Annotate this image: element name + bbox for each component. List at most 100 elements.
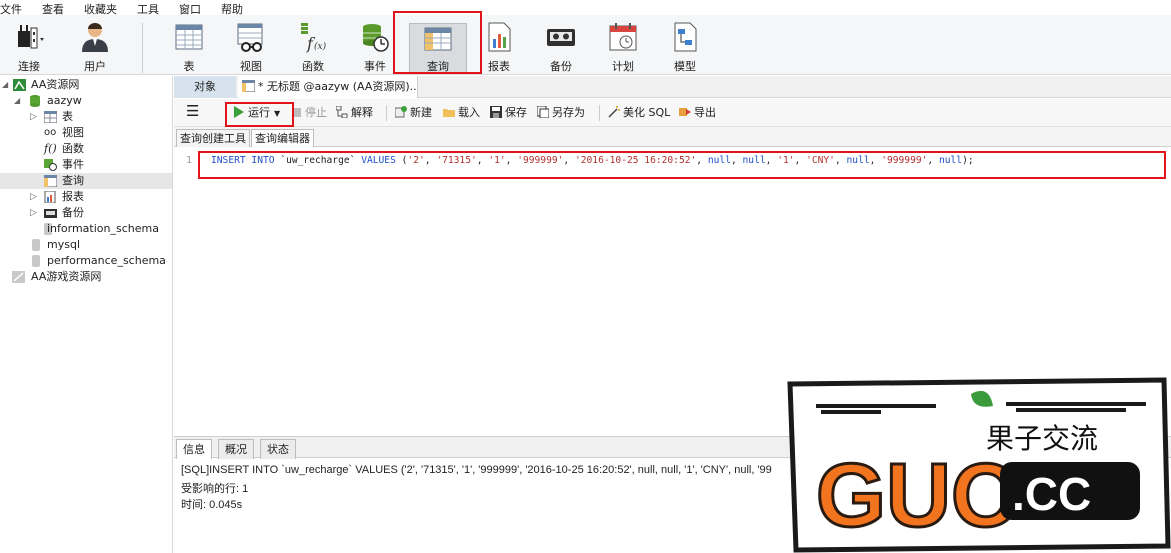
query-highlight-box: [393, 11, 482, 74]
backup-label: 备份: [550, 60, 572, 73]
tree-item-label: 备份: [62, 206, 84, 219]
expand-arrow-icon[interactable]: ▷: [30, 205, 37, 221]
function-button[interactable]: f (x) 函数: [286, 18, 340, 74]
explain-button[interactable]: 解释: [336, 105, 373, 121]
save-as-icon: [537, 106, 549, 118]
tree-item-views[interactable]: oo 视图: [44, 125, 172, 141]
new-query-icon: [395, 106, 407, 118]
watermark-domain: .CC: [1012, 468, 1091, 520]
report-icon: [488, 22, 511, 52]
event-icon: [363, 24, 389, 52]
message-sql: [SQL]INSERT INTO `uw_recharge` VALUES ('…: [181, 464, 772, 476]
watermark-brand: GUO: [816, 446, 1021, 546]
calendar-icon: [609, 23, 637, 51]
explain-icon: [336, 106, 348, 118]
table-icon: [175, 24, 203, 50]
tab-query-editor[interactable]: 查询编辑器: [251, 129, 314, 147]
menu-window[interactable]: 窗口: [179, 0, 201, 16]
table-button[interactable]: 表: [162, 18, 216, 74]
new-button[interactable]: 新建: [395, 105, 432, 121]
tree-item-functions[interactable]: f() 函数: [44, 141, 172, 157]
tree-database-label: aazyw: [47, 94, 82, 107]
tree-connection-label: AA资源网: [31, 78, 80, 91]
view-icon: [237, 23, 263, 52]
function-icon: f(): [44, 142, 57, 155]
save-as-label: 另存为: [552, 106, 585, 119]
main-toolbar: 连接 用户 表 视图 f (x) 函数 事件 查询 报表 备份 计划 模型: [0, 15, 1171, 75]
tree-database-information-schema[interactable]: information_schema: [30, 221, 172, 237]
menu-file[interactable]: 文件: [0, 0, 22, 16]
toolbar-divider: [599, 105, 600, 121]
save-as-button[interactable]: 另存为: [537, 105, 585, 121]
tab-status[interactable]: 状态: [260, 439, 296, 459]
beautify-sql-label: 美化 SQL: [623, 106, 671, 119]
expand-arrow-icon[interactable]: ▷: [30, 189, 37, 205]
collapse-arrow-icon[interactable]: ◢: [14, 93, 20, 109]
tab-overview[interactable]: 概况: [218, 439, 254, 459]
tab-query-document[interactable]: * 无标题 @aazyw (AA资源网)...: [238, 76, 418, 98]
tree-item-label: 查询: [62, 174, 84, 187]
database-icon: [32, 255, 40, 267]
tree-database-label: information_schema: [47, 222, 159, 235]
watermark-graphic: GUO 果子交流 .CC: [787, 377, 1171, 553]
view-button[interactable]: 视图: [224, 18, 278, 74]
backup-button[interactable]: 备份: [534, 18, 588, 74]
menu-tools[interactable]: 工具: [137, 0, 159, 16]
tree-item-queries[interactable]: 查询: [0, 173, 172, 189]
report-icon: [44, 191, 56, 203]
menu-hamburger-icon[interactable]: ☰: [186, 103, 199, 119]
menu-favorites[interactable]: 收藏夹: [84, 0, 117, 16]
tree-item-label: 视图: [62, 126, 84, 139]
tree-item-label: 函数: [62, 142, 84, 155]
function-label: 函数: [302, 60, 324, 73]
run-highlight-box: [225, 102, 294, 127]
beautify-sql-button[interactable]: 美化 SQL: [608, 105, 670, 121]
explain-label: 解释: [351, 106, 373, 119]
query-toolbar: ☰ 运行 ▼ 停止 解释 新建 载入 保存 另存为 美化 SQL 导出: [174, 99, 1171, 127]
schedule-button[interactable]: 计划: [596, 18, 650, 74]
model-icon: [674, 22, 697, 52]
load-button[interactable]: 载入: [443, 105, 480, 121]
tree-database-label: mysql: [47, 238, 80, 251]
view-label: 视图: [240, 60, 262, 73]
tab-info[interactable]: 信息: [176, 439, 212, 459]
new-label: 新建: [410, 106, 432, 119]
query-icon: [44, 175, 57, 187]
tree-item-backups[interactable]: ▷ 备份: [30, 205, 172, 221]
tree-database-mysql[interactable]: mysql: [30, 237, 172, 253]
menu-view[interactable]: 查看: [42, 0, 64, 16]
tree-database-label: performance_schema: [47, 254, 166, 267]
tree-database-performance-schema[interactable]: performance_schema: [30, 253, 172, 269]
tab-query-builder[interactable]: 查询创建工具: [176, 129, 250, 147]
tab-objects[interactable]: 对象: [174, 76, 236, 98]
tree-item-tables[interactable]: ▷ 表: [30, 109, 172, 125]
tree-connection-aa[interactable]: ◢ AA资源网: [2, 77, 172, 93]
model-button[interactable]: 模型: [658, 18, 712, 74]
editor-mode-tabs: 查询创建工具 查询编辑器: [174, 127, 1171, 147]
expand-arrow-icon[interactable]: ▷: [30, 109, 37, 125]
event-icon: [44, 159, 57, 171]
tree-database-aazyw[interactable]: ◢ aazyw: [14, 93, 172, 109]
tree-connection-aa-game[interactable]: AA游戏资源网: [10, 269, 172, 285]
export-button[interactable]: 导出: [679, 105, 716, 121]
collapse-arrow-icon[interactable]: ◢: [2, 77, 8, 93]
save-label: 保存: [505, 106, 527, 119]
stop-button[interactable]: 停止: [290, 105, 327, 121]
stop-label: 停止: [305, 106, 327, 119]
connect-label: 连接: [18, 60, 40, 73]
user-icon: [82, 23, 108, 52]
tab-query-document-label: * 无标题 @aazyw (AA资源网)...: [258, 80, 418, 93]
svg-text:(x): (x): [314, 41, 327, 52]
schedule-label: 计划: [612, 60, 634, 73]
menu-bar: 文件 查看 收藏夹 工具 窗口 帮助: [0, 0, 1171, 16]
plug-icon: [18, 25, 44, 49]
tree-item-events[interactable]: 事件: [44, 157, 172, 173]
menu-help[interactable]: 帮助: [221, 0, 243, 16]
tree-item-reports[interactable]: ▷ 报表: [30, 189, 172, 205]
query-icon: [242, 80, 255, 92]
connect-button[interactable]: 连接: [2, 18, 56, 74]
line-number: 1: [186, 155, 193, 166]
user-button[interactable]: 用户: [68, 18, 122, 74]
export-label: 导出: [694, 106, 716, 119]
save-button[interactable]: 保存: [490, 105, 527, 121]
